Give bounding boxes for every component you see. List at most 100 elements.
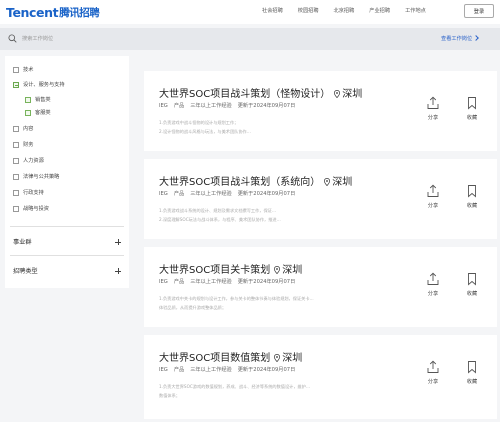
job-desc-line: 体验品质，从而提升游戏整体品质； <box>159 305 227 310</box>
checkbox[interactable] <box>13 125 19 132</box>
location-pin-icon <box>334 90 341 98</box>
filter-sales[interactable]: 销售类 <box>25 96 51 103</box>
filter-label: 行政支持 <box>23 190 44 196</box>
share-button[interactable]: 分享 <box>421 184 445 209</box>
logo-text-en: Tencent <box>6 4 59 20</box>
nav-beijing-recruitment[interactable]: 北京招聘 <box>334 7 355 14</box>
nav-campus-recruitment[interactable]: 校园招聘 <box>298 7 319 14</box>
job-experience: 三年以上工作经验 <box>190 367 232 373</box>
search-input[interactable] <box>22 33 282 45</box>
job-title: 大世界SOC项目战斗策划（怪物设计） <box>159 89 331 100</box>
filter-admin[interactable]: 行政支持 <box>13 189 44 196</box>
job-desc-line: 1.负责大世界SOC游戏的数值规划，养成、战斗、经济等系统的数值设计，维护… <box>159 384 311 389</box>
job-updated: 更新于2024年09月07日 <box>237 103 296 109</box>
filter-sidebar: 技术 设计、服务与支持 销售类 客服类 内容 财务 人力资源 法律与公共策略 行… <box>5 56 129 288</box>
job-card[interactable]: 大世界SOC项目数值策划 深圳 IEG 产品 三年以上工作经验 更新于2024年09月0… <box>144 335 497 419</box>
job-updated: 更新于2024年09月07日 <box>237 367 296 373</box>
plus-icon[interactable] <box>115 268 121 274</box>
job-desc-line: 数值体系； <box>159 393 180 398</box>
collect-button[interactable]: 收藏 <box>460 272 484 297</box>
job-title: 大世界SOC项目关卡策划 <box>159 265 271 276</box>
checkbox-partial[interactable] <box>13 81 19 88</box>
section-business-group[interactable]: 事业群 <box>13 237 32 246</box>
filter-label: 销售类 <box>35 97 51 103</box>
nav-social-recruitment[interactable]: 社会招聘 <box>262 7 283 14</box>
main-nav: 社会招聘 校园招聘 北京招聘 产业招聘 工作地点 <box>262 7 441 14</box>
collect-label: 收藏 <box>466 379 478 385</box>
job-location: 深圳 <box>332 177 353 188</box>
collect-label: 收藏 <box>466 291 478 297</box>
job-category: 产品 <box>173 279 185 285</box>
job-card[interactable]: 大世界SOC项目战斗策划（怪物设计） 深圳 IEG 产品 三年以上工作经验 更新于202… <box>144 71 497 151</box>
filter-label: 内容 <box>23 126 34 132</box>
filter-design-service[interactable]: 设计、服务与支持 <box>13 81 65 88</box>
collect-button[interactable]: 收藏 <box>460 184 484 209</box>
checkbox[interactable] <box>13 189 19 196</box>
filter-label: 客服类 <box>35 110 51 116</box>
filter-hr[interactable]: 人力资源 <box>13 157 44 164</box>
job-title-row[interactable]: 大世界SOC项目战斗策划（怪物设计） 深圳 <box>159 85 362 100</box>
job-desc-line: 2.设计怪物的战斗风格与玩法，与美术团队协作… <box>159 129 251 134</box>
filter-label: 战略与投资 <box>23 206 49 212</box>
checkbox[interactable] <box>13 66 19 73</box>
job-experience: 三年以上工作经验 <box>190 103 232 109</box>
filter-customer-service[interactable]: 客服类 <box>25 109 51 116</box>
login-button[interactable]: 登录 <box>464 4 494 18</box>
job-updated: 更新于2024年09月07日 <box>237 279 296 285</box>
share-button[interactable]: 分享 <box>421 272 445 297</box>
top-header: Tencent 腾讯招聘 社会招聘 校园招聘 北京招聘 产业招聘 工作地点 登录 <box>0 0 500 24</box>
share-label: 分享 <box>427 291 439 297</box>
job-bg: IEG <box>159 191 168 197</box>
nav-industry-recruitment[interactable]: 产业招聘 <box>369 7 390 14</box>
logo-text-cn: 腾讯招聘 <box>59 6 100 19</box>
view-jobs-label: 查看工作岗位 <box>441 36 473 42</box>
search-icon <box>8 34 17 43</box>
divider <box>10 255 124 256</box>
bookmark-icon <box>468 273 476 286</box>
job-title-row[interactable]: 大世界SOC项目数值策划 深圳 <box>159 349 302 364</box>
checkbox[interactable] <box>13 141 19 148</box>
checkbox[interactable] <box>13 205 19 212</box>
filter-label: 技术 <box>23 67 34 73</box>
job-meta: IEG 产品 三年以上工作经验 更新于2024年09月07日 <box>159 190 301 197</box>
checkbox[interactable] <box>25 96 31 103</box>
view-jobs-link[interactable]: 查看工作岗位 <box>441 34 479 42</box>
collect-label: 收藏 <box>466 203 478 209</box>
job-updated: 更新于2024年09月07日 <box>237 191 296 197</box>
filter-finance[interactable]: 财务 <box>13 141 33 148</box>
share-button[interactable]: 分享 <box>421 360 445 385</box>
location-pin-icon <box>274 266 281 274</box>
share-label: 分享 <box>427 379 439 385</box>
job-card[interactable]: 大世界SOC项目战斗策划（系统向） 深圳 IEG 产品 三年以上工作经验 更新于2024… <box>144 159 497 239</box>
nav-work-locations[interactable]: 工作地点 <box>405 7 426 14</box>
job-description: 1.负责游戏中战斗怪物的设计与规划工作； 2.设计怪物的战斗风格与玩法，与美术团… <box>159 118 409 138</box>
filter-label: 法律与公共策略 <box>23 174 60 180</box>
checkbox[interactable] <box>13 157 19 164</box>
plus-icon[interactable] <box>115 239 121 245</box>
job-description: 1.负责大世界SOC游戏的数值规划，养成、战斗、经济等系统的数值设计，维护… 数… <box>159 382 409 402</box>
bookmark-icon <box>468 361 476 374</box>
job-title-row[interactable]: 大世界SOC项目关卡策划 深圳 <box>159 261 302 276</box>
job-card[interactable]: 大世界SOC项目关卡策划 深圳 IEG 产品 三年以上工作经验 更新于2024年09月0… <box>144 247 497 327</box>
collect-button[interactable]: 收藏 <box>460 96 484 121</box>
section-recruit-type[interactable]: 招聘类型 <box>13 266 38 275</box>
job-location: 深圳 <box>282 265 303 276</box>
filter-content[interactable]: 内容 <box>13 125 33 132</box>
share-icon <box>427 184 439 197</box>
tencent-logo[interactable]: Tencent 腾讯招聘 <box>6 4 100 20</box>
job-title-row[interactable]: 大世界SOC项目战斗策划（系统向） 深圳 <box>159 173 352 188</box>
job-location: 深圳 <box>342 89 363 100</box>
filter-label: 设计、服务与支持 <box>23 82 65 88</box>
filter-strategy[interactable]: 战略与投资 <box>13 205 49 212</box>
checkbox[interactable] <box>13 173 19 180</box>
filter-legal[interactable]: 法律与公共策略 <box>13 173 59 180</box>
filter-label: 财务 <box>23 142 34 148</box>
filter-tech[interactable]: 技术 <box>13 66 33 73</box>
collect-label: 收藏 <box>466 115 478 121</box>
collect-button[interactable]: 收藏 <box>460 360 484 385</box>
share-button[interactable]: 分享 <box>421 96 445 121</box>
job-meta: IEG 产品 三年以上工作经验 更新于2024年09月07日 <box>159 102 301 109</box>
share-icon <box>427 96 439 109</box>
job-category: 产品 <box>173 103 185 109</box>
checkbox[interactable] <box>25 109 31 116</box>
